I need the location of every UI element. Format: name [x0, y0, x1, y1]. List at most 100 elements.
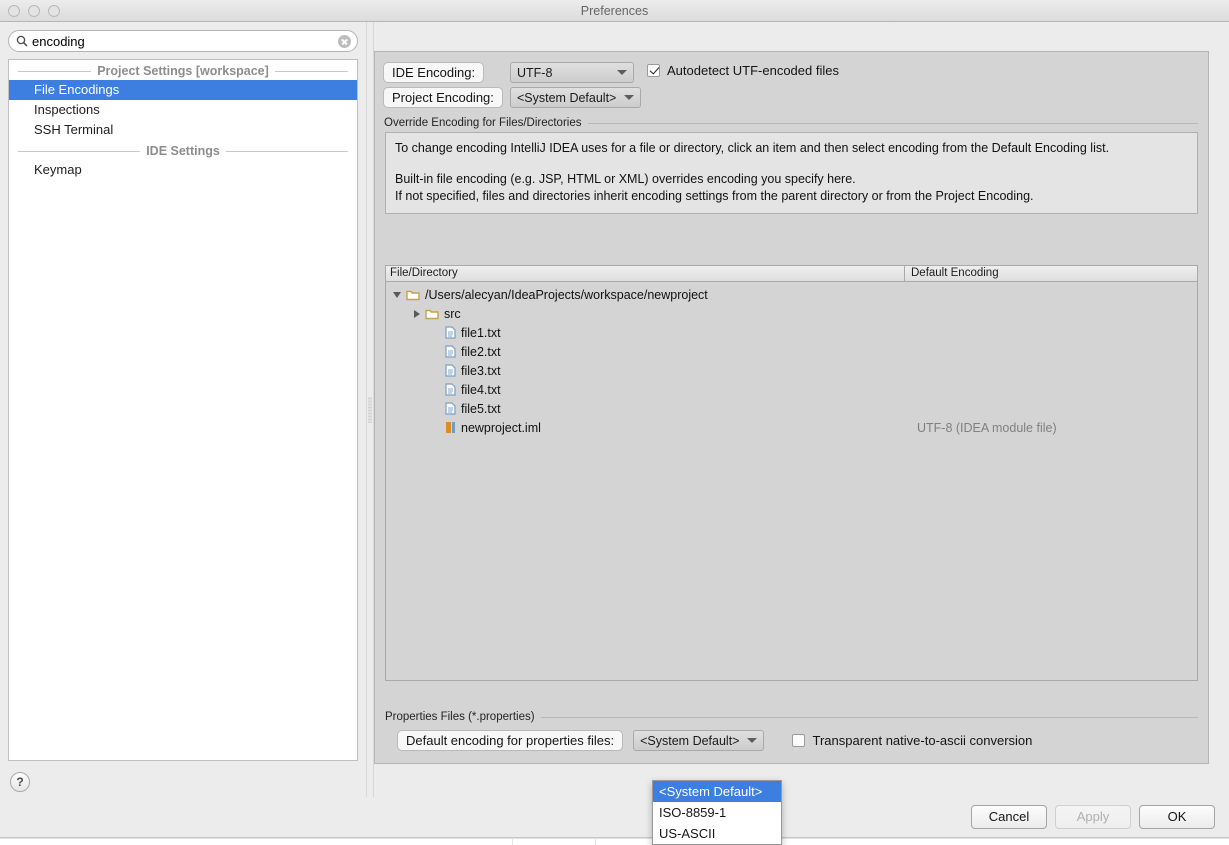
chevron-down-icon [747, 738, 758, 743]
window-controls [8, 5, 60, 17]
group-rule [540, 716, 1198, 718]
dropdown-option-us-ascii[interactable]: US-ASCII [653, 823, 781, 844]
override-group-label: Override Encoding for Files/Directories [384, 117, 582, 129]
dropdown-option-iso-8859-1[interactable]: ISO-8859-1 [653, 802, 781, 823]
sidebar-section-label: Project Settings [workspace] [97, 64, 269, 78]
table-row[interactable]: newproject.iml UTF-8 (IDEA module file) [386, 418, 1197, 437]
sidebar-section-label: IDE Settings [146, 144, 220, 158]
autodetect-label: Autodetect UTF-encoded files [667, 63, 839, 78]
properties-group-title: Properties Files (*.properties) [385, 711, 1198, 723]
chevron-right-icon[interactable] [414, 309, 420, 318]
search-field[interactable] [8, 30, 358, 52]
preferences-window: Preferences Project Settings [workspace] [0, 0, 1229, 838]
autodetect-checkbox[interactable] [647, 64, 660, 77]
chevron-down-icon [624, 95, 635, 100]
twisty-placeholder-icon [434, 385, 440, 394]
close-button[interactable] [8, 5, 20, 17]
cancel-button[interactable]: Cancel [971, 805, 1047, 829]
sidebar-item-keymap[interactable]: Keymap [9, 160, 357, 180]
column-header-encoding[interactable]: Default Encoding [904, 266, 1197, 281]
file-name: src [444, 306, 461, 321]
sidebar-item-label: Keymap [34, 162, 82, 177]
backdrop-tick-1 [512, 838, 513, 845]
sidebar-item-ssh-terminal[interactable]: SSH Terminal [9, 120, 357, 140]
minimize-button[interactable] [28, 5, 40, 17]
sidebar-item-inspections[interactable]: Inspections [9, 100, 357, 120]
section-rule-right [274, 70, 349, 72]
column-header-file[interactable]: File/Directory [386, 266, 904, 281]
sidebar-item-label: SSH Terminal [34, 122, 114, 137]
help-icon[interactable]: ? [10, 772, 30, 792]
backdrop-divider [0, 838, 1229, 839]
sidebar-item-label: Inspections [34, 102, 100, 117]
file-name: file5.txt [461, 401, 501, 416]
settings-sidebar: Project Settings [workspace] File Encodi… [0, 22, 366, 798]
description-paragraph-1: To change encoding IntelliJ IDEA uses fo… [395, 141, 1110, 155]
override-group-title: Override Encoding for Files/Directories [384, 117, 1198, 129]
window-titlebar: Preferences [0, 0, 1229, 22]
properties-encoding-row: Default encoding for properties files: <… [385, 730, 1198, 751]
table-row[interactable]: file4.txt [386, 380, 1197, 399]
ok-button[interactable]: OK [1139, 805, 1215, 829]
table-body: /Users/alecyan/IdeaProjects/workspace/ne… [386, 282, 1197, 437]
settings-panel: IDE Encoding: UTF-8 Autodetect UTF-encod… [374, 51, 1209, 764]
twisty-placeholder-icon [434, 423, 440, 432]
dialog-footer: Cancel Apply OK [0, 797, 1229, 837]
sidebar-section-header-ide: IDE Settings [9, 140, 357, 160]
twisty-placeholder-icon [434, 366, 440, 375]
search-icon [16, 35, 28, 47]
properties-encoding-select[interactable]: <System Default> [633, 730, 765, 751]
table-row[interactable]: file5.txt [386, 399, 1197, 418]
encoding-dropdown-popup[interactable]: <System Default> ISO-8859-1 US-ASCII [652, 780, 782, 845]
file-encoding: UTF-8 (IDEA module file) [917, 420, 1057, 435]
transparent-checkbox-row[interactable]: Transparent native-to-ascii conversion [792, 733, 1032, 748]
transparent-label: Transparent native-to-ascii conversion [812, 733, 1033, 748]
properties-encoding-label: Default encoding for properties files: [397, 730, 624, 751]
file-encoding-table[interactable]: File/Directory Default Encoding /Users/a… [385, 265, 1198, 681]
zoom-button[interactable] [48, 5, 60, 17]
ide-encoding-label: IDE Encoding: [383, 62, 485, 83]
group-rule [587, 122, 1198, 124]
ide-encoding-select[interactable]: UTF-8 [510, 62, 634, 83]
autodetect-checkbox-row[interactable]: Autodetect UTF-encoded files [647, 63, 839, 78]
table-row[interactable]: file1.txt [386, 323, 1197, 342]
file-name: /Users/alecyan/IdeaProjects/workspace/ne… [425, 287, 708, 302]
dropdown-option-system-default[interactable]: <System Default> [653, 781, 781, 802]
properties-encoding-value: <System Default> [640, 733, 740, 748]
help-area: ? [10, 772, 30, 792]
table-row[interactable]: src [386, 304, 1197, 323]
text-file-icon [445, 402, 456, 415]
clear-icon[interactable] [338, 34, 351, 48]
sidebar-section-header-project: Project Settings [workspace] [9, 60, 357, 80]
folder-icon [425, 309, 439, 319]
search-input[interactable] [30, 32, 338, 50]
twisty-placeholder-icon [434, 347, 440, 356]
sidebar-item-file-encodings[interactable]: File Encodings [9, 80, 357, 100]
table-header: File/Directory Default Encoding [386, 266, 1197, 282]
transparent-checkbox[interactable] [792, 734, 806, 747]
properties-group: Properties Files (*.properties) Default … [385, 711, 1198, 751]
section-rule-left [18, 150, 141, 152]
folder-icon [406, 290, 420, 300]
pane-splitter[interactable] [366, 22, 374, 798]
apply-button[interactable]: Apply [1055, 805, 1131, 829]
text-file-icon [445, 364, 456, 377]
search-area [0, 22, 366, 52]
window-content: Project Settings [workspace] File Encodi… [0, 22, 1229, 798]
project-encoding-select[interactable]: <System Default> [510, 87, 642, 108]
twisty-placeholder-icon [434, 404, 440, 413]
table-row[interactable]: file3.txt [386, 361, 1197, 380]
file-name: file4.txt [461, 382, 501, 397]
project-encoding-label: Project Encoding: [383, 87, 503, 108]
table-row[interactable]: file2.txt [386, 342, 1197, 361]
ide-encoding-value: UTF-8 [517, 65, 553, 80]
description-paragraph-2: Built-in file encoding (e.g. JSP, HTML o… [395, 171, 856, 186]
ide-encoding-row: IDE Encoding: [383, 62, 485, 83]
settings-tree[interactable]: Project Settings [workspace] File Encodi… [8, 59, 358, 761]
file-name: file2.txt [461, 344, 501, 359]
chevron-down-icon[interactable] [393, 291, 401, 298]
table-row[interactable]: /Users/alecyan/IdeaProjects/workspace/ne… [386, 285, 1197, 304]
file-name: file3.txt [461, 363, 501, 378]
iml-file-icon [446, 422, 455, 433]
file-name: newproject.iml [461, 420, 541, 435]
